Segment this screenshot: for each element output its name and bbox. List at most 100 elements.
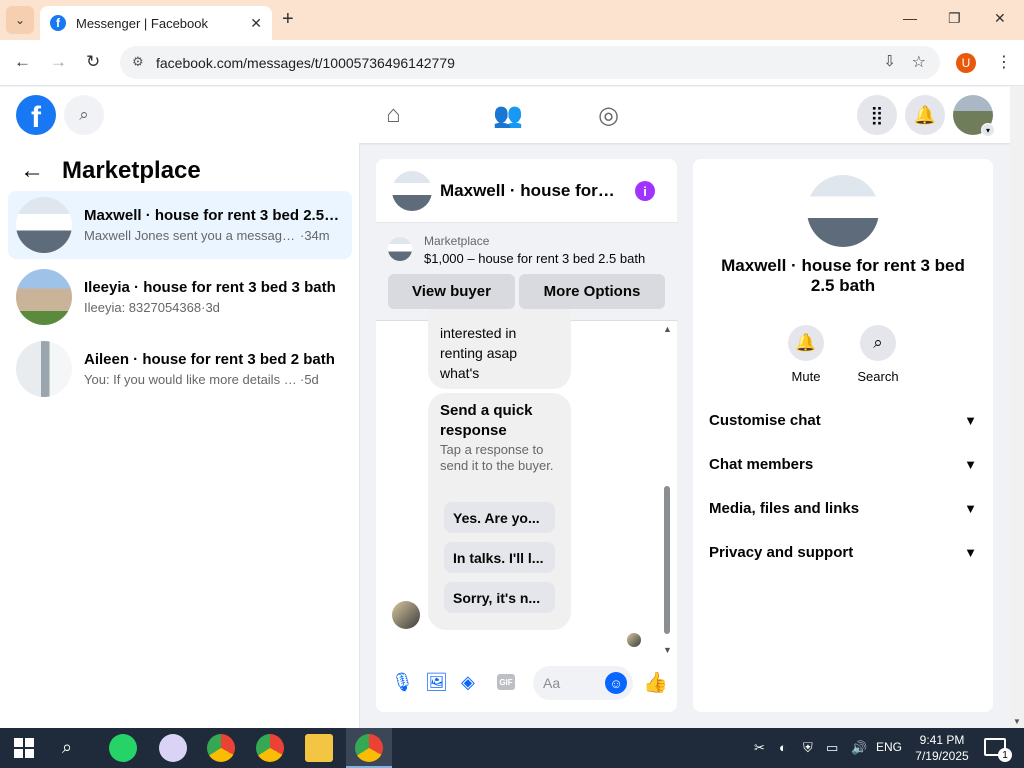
chevron-down-icon: ▼: [964, 544, 977, 560]
thumbs-up-icon[interactable]: 👍: [643, 670, 668, 695]
search-action[interactable]: ⌕ Search: [848, 325, 908, 384]
windows-taskbar: ⌕ ✂ ◐ ⛨ ▭ 🔊 ENG 9:41 PM 7/19/2025 1: [0, 728, 1024, 768]
tray-app-icon[interactable]: ◐: [779, 740, 787, 755]
chat-members-row[interactable]: Chat members ▼: [709, 452, 977, 476]
chat-panel: Maxwell · house for r... i Marketplace $…: [376, 159, 677, 712]
search-label: Search: [857, 369, 899, 384]
forward-icon[interactable]: →: [50, 52, 67, 72]
account-avatar[interactable]: ▾: [953, 95, 995, 137]
quick-response-subtitle: Tap a response to send it to the buyer.: [440, 442, 554, 473]
browser-tab[interactable]: f Messenger | Facebook ✕: [40, 6, 272, 40]
chat-title[interactable]: Maxwell · house for r...: [440, 181, 618, 201]
info-icon[interactable]: i: [635, 181, 655, 201]
emoji-icon[interactable]: ☺: [605, 672, 627, 694]
restore-icon[interactable]: ❐: [948, 10, 961, 27]
friends-icon[interactable]: 👥: [493, 101, 523, 130]
section-label: Chat members: [709, 455, 814, 473]
search-icon[interactable]: ⌕: [62, 737, 72, 758]
tab-search-dropdown-icon[interactable]: ⌄: [6, 6, 34, 34]
avatar[interactable]: [392, 170, 432, 211]
scroll-up-icon[interactable]: ▲: [663, 324, 672, 334]
message-text: interested in renting asap what's: [440, 325, 518, 381]
scroll-down-icon[interactable]: ▼: [663, 645, 672, 655]
listing-thumbnail: [388, 237, 412, 261]
clock-time: 9:41 PM: [919, 733, 965, 747]
chat-scrollbar[interactable]: ▲ ▼: [663, 324, 672, 655]
avatar: [16, 269, 72, 325]
new-tab-icon[interactable]: +: [282, 8, 294, 31]
search-icon[interactable]: ⌕: [64, 95, 104, 135]
quick-reply-button[interactable]: Sorry, it's n...: [444, 582, 555, 613]
back-icon[interactable]: ←: [14, 52, 31, 72]
volume-icon[interactable]: 🔊: [851, 740, 867, 756]
more-options-button[interactable]: More Options: [519, 274, 665, 309]
mute-label: Mute: [791, 369, 821, 384]
bell-icon: 🔔: [788, 325, 824, 361]
back-arrow-icon[interactable]: ←: [20, 157, 44, 185]
message-input[interactable]: Aa ☺: [533, 666, 633, 700]
mute-action[interactable]: 🔔 Mute: [776, 325, 836, 384]
avatar: [16, 197, 72, 253]
panel-header: ← Marketplace: [20, 157, 201, 185]
tray-app-icon[interactable]: ✂: [754, 740, 765, 756]
privacy-support-row[interactable]: Privacy and support ▼: [709, 540, 977, 564]
chrome-profile-u-icon[interactable]: [355, 734, 383, 762]
conversation-name: Maxwell · house for rent 3 bed 2.5 ...: [84, 207, 340, 224]
notifications-icon[interactable]: 🔔: [905, 95, 945, 135]
address-bar[interactable]: ⚙ facebook.com/messages/t/10005736496142…: [120, 46, 940, 79]
site-settings-icon[interactable]: ⚙: [132, 54, 144, 70]
chrome-profile-r-icon[interactable]: [256, 734, 284, 762]
network-icon[interactable]: ▭: [826, 740, 838, 756]
chat-header: Maxwell · house for r... i: [376, 159, 677, 223]
address-toolbar: ← → ↻ ⚙ facebook.com/messages/t/10005736…: [0, 40, 1024, 86]
chevron-down-icon: ▼: [964, 456, 977, 472]
chrome-profile-z-icon[interactable]: [207, 734, 235, 762]
scrollbar-thumb[interactable]: [664, 486, 670, 634]
scroll-down-icon[interactable]: ▼: [1013, 717, 1021, 726]
conversation-time: ·34m: [300, 228, 330, 243]
notification-count: 1: [998, 748, 1012, 762]
microphone-icon[interactable]: 🎙: [391, 672, 414, 693]
view-buyer-button[interactable]: View buyer: [388, 274, 515, 309]
groups-icon[interactable]: ◎: [598, 101, 619, 130]
page-scrollbar[interactable]: ▼: [1010, 87, 1024, 728]
customise-chat-row[interactable]: Customise chat ▼: [709, 408, 977, 432]
media-files-links-row[interactable]: Media, files and links ▼: [709, 496, 977, 520]
minimize-icon[interactable]: —: [903, 10, 917, 26]
listing-price-title[interactable]: $1,000 – house for rent 3 bed 2.5 bath: [424, 251, 645, 266]
conversation-item[interactable]: Maxwell · house for rent 3 bed 2.5 ... M…: [8, 191, 352, 259]
conversation-list-panel: ← Marketplace Maxwell · house for rent 3…: [0, 143, 360, 728]
file-explorer-icon[interactable]: [305, 734, 333, 762]
clock[interactable]: 9:41 PM 7/19/2025: [912, 732, 972, 764]
message-input-placeholder: Aa: [543, 675, 561, 691]
quick-reply-button[interactable]: Yes. Are yo...: [444, 502, 555, 533]
quick-reply-button[interactable]: In talks. I'll l...: [444, 542, 555, 573]
conversation-time: ·3d: [201, 300, 220, 315]
close-window-icon[interactable]: ✕: [994, 10, 1006, 27]
app-icon[interactable]: [159, 734, 187, 762]
sticker-icon[interactable]: ◈: [461, 672, 475, 693]
bookmark-star-icon[interactable]: ☆: [912, 52, 926, 72]
photo-icon[interactable]: 🖼: [425, 672, 448, 693]
menu-grid-icon[interactable]: ⣿: [857, 95, 897, 135]
url-text: facebook.com/messages/t/100057364961427​…: [156, 54, 455, 71]
browser-menu-icon[interactable]: ⋮: [996, 52, 1012, 72]
close-tab-icon[interactable]: ✕: [250, 15, 262, 32]
facebook-logo-icon[interactable]: f: [16, 95, 56, 135]
notification-center-icon[interactable]: 1: [984, 738, 1012, 762]
windows-start-icon[interactable]: [14, 738, 34, 758]
conversation-info-panel: Maxwell · house for rent 3 bed 2.5 bath …: [693, 159, 993, 712]
conversation-title: Maxwell · house for rent 3 bed 2.5 bath: [721, 256, 965, 295]
page-title: Marketplace: [62, 157, 201, 184]
home-icon[interactable]: ⌂: [386, 101, 401, 129]
install-app-icon[interactable]: ⇩: [883, 52, 896, 70]
language-indicator[interactable]: ENG: [876, 740, 902, 754]
whatsapp-icon[interactable]: [109, 734, 137, 762]
shield-icon[interactable]: ⛨: [803, 740, 813, 756]
conversation-item[interactable]: Aileen · house for rent 3 bed 2 bath You…: [8, 335, 352, 403]
conversation-item[interactable]: Ileeyia · house for rent 3 bed 3 bath Il…: [8, 263, 352, 331]
browser-profile-avatar[interactable]: U: [956, 53, 976, 73]
reload-icon[interactable]: ↻: [86, 52, 100, 72]
gif-icon[interactable]: GIF: [497, 674, 515, 690]
tab-title: Messenger | Facebook: [76, 15, 208, 31]
